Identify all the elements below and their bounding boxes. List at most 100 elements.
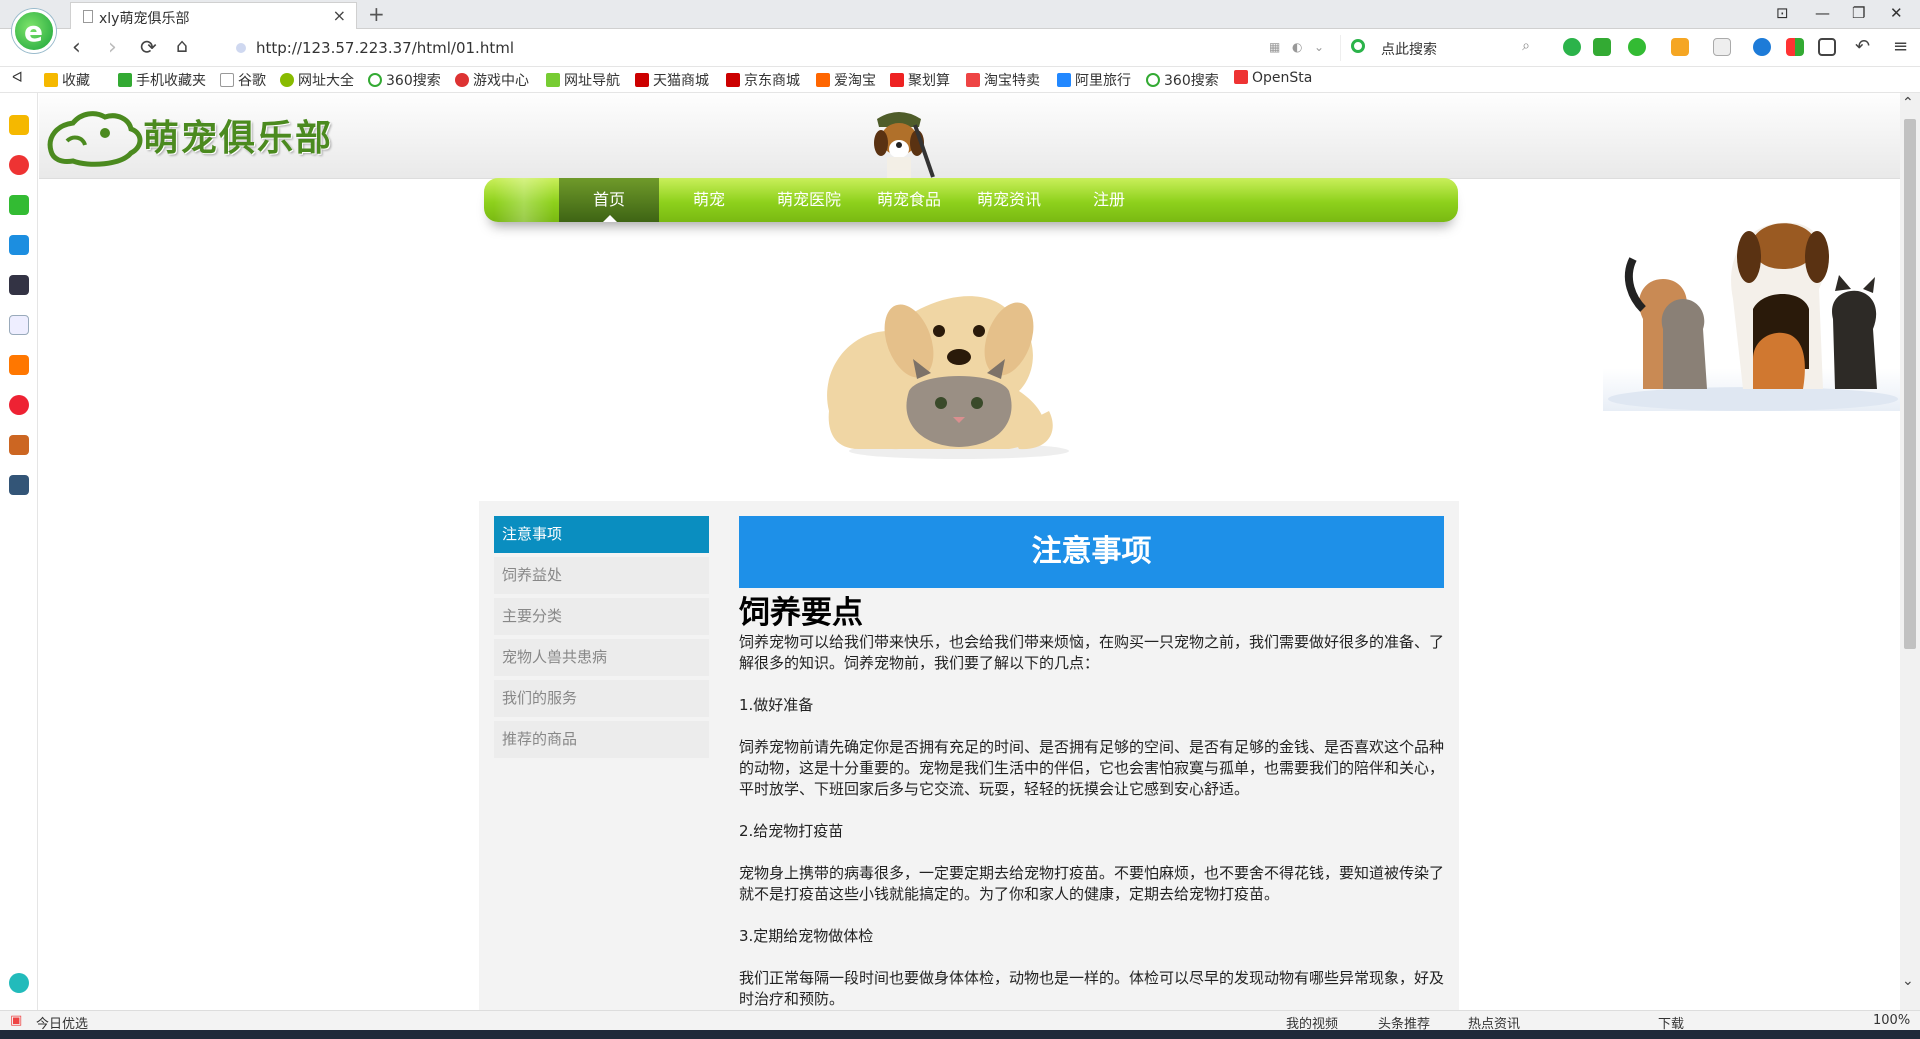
nav-news[interactable]: 萌宠资讯 [959, 178, 1059, 222]
favorites-star-icon[interactable] [9, 115, 29, 135]
article-subheading: 2.给宠物打疫苗 [739, 822, 844, 840]
chevron-down-icon[interactable]: ⌄ [1314, 40, 1324, 54]
game-icon [455, 73, 469, 87]
nav-home[interactable]: 首页 [559, 178, 659, 222]
fav-aitaobao[interactable]: 爱淘宝 [816, 70, 876, 90]
zoom-level[interactable]: 100% [1873, 1013, 1910, 1028]
menu-item-types[interactable]: 主要分类 [494, 598, 709, 635]
menu-icon[interactable]: ≡ [1893, 36, 1908, 57]
menu-item-products[interactable]: 推荐的商品 [494, 721, 709, 758]
fav-jd[interactable]: 京东商城 [726, 70, 800, 90]
360-icon [1146, 73, 1160, 87]
browser-tab[interactable]: xly萌宠俱乐部 × [70, 2, 357, 29]
menu-item-services[interactable]: 我们的服务 [494, 680, 709, 717]
url-text[interactable]: http://123.57.223.37/html/01.html [256, 39, 514, 57]
menu-item-benefits[interactable]: 饲养益处 [494, 557, 709, 594]
wechat-icon[interactable] [1563, 38, 1581, 56]
fav-juhuasuan[interactable]: 聚划算 [890, 70, 950, 90]
site-header: 萌宠俱乐部 [39, 93, 1900, 179]
translate-icon[interactable] [1628, 38, 1646, 56]
new-tab-button[interactable]: + [368, 2, 385, 26]
word-icon[interactable] [9, 315, 29, 335]
game-icon[interactable] [9, 435, 29, 455]
qr-icon[interactable]: ▦ [1269, 40, 1280, 54]
star-icon [44, 73, 58, 87]
temai-icon [966, 73, 980, 87]
forward-icon[interactable]: › [108, 35, 117, 60]
close-window-button[interactable]: ✕ [1890, 4, 1903, 22]
ie-mode-icon[interactable]: ◐ [1292, 40, 1302, 54]
opensta-icon [1234, 70, 1248, 84]
image-icon[interactable] [1713, 38, 1731, 56]
nav-hospital[interactable]: 萌宠医院 [759, 178, 859, 222]
article-paragraph: 饲养宠物可以给我们带来快乐，也会给我们带来烦恼，在购买一只宠物之前，我们需要做好… [739, 633, 1445, 672]
browser-sidebar [0, 93, 38, 1010]
content-area: 注意事项 饲养益处 主要分类 宠物人兽共患病 我们的服务 推荐的商品 注意事项 … [479, 501, 1459, 1010]
apps-icon[interactable] [1786, 38, 1804, 56]
scissors-icon[interactable] [1593, 38, 1611, 56]
article-heading: 饲养要点 [739, 595, 863, 631]
news-icon[interactable] [9, 275, 29, 295]
magnifier-icon[interactable] [1753, 38, 1771, 56]
home-icon[interactable]: ⌂ [176, 35, 188, 57]
nav-register[interactable]: 注册 [1059, 178, 1159, 222]
scroll-up-icon[interactable]: ⌃ [1902, 95, 1914, 111]
gift-icon[interactable]: ▣ [10, 1013, 22, 1028]
tmall-icon [635, 73, 649, 87]
scroll-down-icon[interactable]: ⌄ [1902, 973, 1914, 989]
p-icon[interactable] [9, 235, 29, 255]
back-icon[interactable]: ‹ [72, 35, 81, 60]
game2-icon[interactable] [9, 475, 29, 495]
weibo-icon[interactable] [9, 155, 29, 175]
fav-360search[interactable]: 360搜索 [368, 70, 441, 90]
vertical-scrollbar[interactable]: ⌃ ⌄ [1900, 93, 1920, 1010]
fav-tmall[interactable]: 天猫商城 [635, 70, 709, 90]
url-field[interactable]: http://123.57.223.37/html/01.html ▦ ◐ ⌄ [224, 35, 1324, 61]
fav-mobile[interactable]: 手机收藏夹 [118, 70, 206, 90]
360-icon [368, 73, 382, 87]
fav-nav[interactable]: 网址导航 [546, 70, 620, 90]
minimize-button[interactable]: — [1815, 4, 1830, 22]
skin-icon[interactable]: ⊡ [1776, 4, 1789, 22]
maximize-button[interactable]: ❐ [1852, 4, 1865, 22]
fav-alitrip[interactable]: 阿里旅行 [1057, 70, 1131, 90]
taobao-icon [816, 73, 830, 87]
reload-icon[interactable]: ⟳ [140, 35, 157, 59]
fav-collect[interactable]: 收藏 [44, 70, 90, 90]
soldier-dog-image [874, 112, 935, 179]
fav-opensta[interactable]: OpenSta [1234, 70, 1312, 86]
menu-item-notes[interactable]: 注意事项 [494, 516, 709, 553]
search-icon[interactable]: ⌕ [1522, 38, 1530, 54]
collapse-icon[interactable]: ᐊ [12, 70, 23, 86]
mail-icon[interactable] [9, 195, 29, 215]
novel-icon[interactable] [9, 355, 29, 375]
pets-group-image [1603, 199, 1900, 411]
article-subheading: 3.定期给宠物做体检 [739, 927, 874, 945]
menu-item-disease[interactable]: 宠物人兽共患病 [494, 639, 709, 676]
page-icon [83, 10, 93, 23]
article-paragraph: 饲养宠物前请先确定你是否拥有充足的时间、是否拥有足够的空间、是否有足够的金钱、是… [739, 738, 1445, 798]
search-input[interactable]: 点此搜索 ⌕ [1340, 35, 1540, 61]
nav-pets[interactable]: 萌宠 [659, 178, 759, 222]
ju-icon [890, 73, 904, 87]
article-paragraph: 宠物身上携带的病毒很多，一定要定期去给宠物打疫苗。不要怕麻烦，也不要舍不得花钱，… [739, 864, 1445, 903]
article-subheading: 1.做好准备 [739, 696, 814, 714]
battery-icon[interactable] [1818, 38, 1836, 56]
scroll-thumb[interactable] [1904, 119, 1916, 649]
fav-games[interactable]: 游戏中心 [455, 70, 529, 90]
shield-icon[interactable] [1671, 38, 1689, 56]
search-placeholder: 点此搜索 [1381, 42, 1437, 58]
e-icon [280, 73, 294, 87]
fav-hao[interactable]: 网址大全 [280, 70, 354, 90]
undo-icon[interactable]: ↶ [1855, 36, 1870, 57]
trip-icon [1057, 73, 1071, 87]
fav-temai[interactable]: 淘宝特卖 [966, 70, 1040, 90]
browser-logo-icon[interactable]: e [12, 9, 56, 53]
nav-food[interactable]: 萌宠食品 [859, 178, 959, 222]
add-icon[interactable] [9, 973, 29, 993]
tab-close-icon[interactable]: × [333, 6, 346, 25]
fav-360search-2[interactable]: 360搜索 [1146, 70, 1219, 90]
fav-google[interactable]: 谷歌 [220, 70, 266, 90]
shop-icon[interactable] [9, 395, 29, 415]
site-logo-text[interactable]: 萌宠俱乐部 [143, 109, 333, 161]
